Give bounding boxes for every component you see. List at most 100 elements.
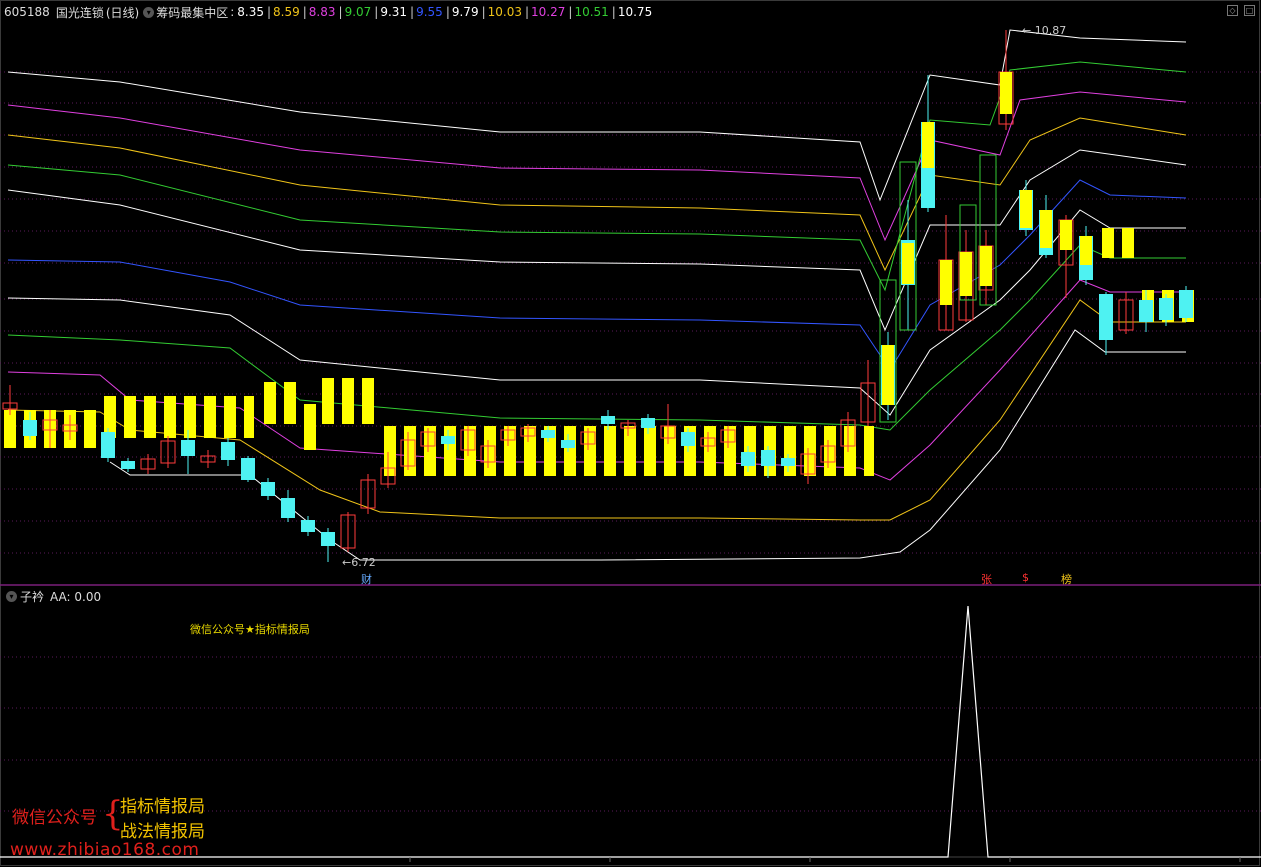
indicator-colon: : — [230, 5, 235, 19]
band-bar — [244, 396, 254, 438]
candle-body — [1139, 300, 1153, 322]
band-bar — [504, 426, 516, 476]
chart-header: 605188 国光连锁 (日线) ▾ 筹码最集中区 : 8.35 | 8.59 | 8.… — [4, 4, 654, 20]
indicator-levels: 8.35 | 8.59 | 8.83 | 9.07 | 9.31 | 9.55 | 9.79 | 10.03… — [237, 5, 652, 19]
band-bar — [784, 426, 796, 476]
breakout-bar — [1060, 220, 1072, 250]
promo-text: 微信公众号★指标情报局 — [190, 623, 310, 636]
candle-body — [301, 520, 315, 532]
band-bar — [464, 426, 476, 476]
band-bar — [804, 426, 816, 476]
band-bar — [744, 426, 756, 476]
band-line — [7, 209, 1186, 416]
annotation-rank[interactable]: 榜 — [1061, 571, 1072, 587]
indicator-level-value: 9.79 — [451, 5, 479, 19]
candle-body — [641, 418, 655, 428]
band-line — [7, 91, 1187, 242]
indicator-level-value: 8.35 — [237, 5, 264, 19]
breakout-bar — [1020, 190, 1032, 228]
candle-body — [101, 432, 115, 458]
breakout-bar — [1000, 72, 1012, 114]
band-bar — [322, 378, 334, 424]
watermark-url: www.zhibiao168.com — [10, 840, 200, 860]
band-bar — [664, 426, 676, 476]
band-bar — [84, 410, 96, 448]
restore-icon[interactable]: ◇ — [1227, 5, 1238, 16]
band-bar — [484, 426, 496, 476]
indicator-name: 筹码最集中区 — [156, 5, 229, 20]
annotation-dollar[interactable]: $ — [1022, 571, 1029, 584]
breakout-bar — [960, 252, 972, 296]
candle-body — [221, 442, 235, 460]
band-bar — [224, 396, 236, 438]
band-bar — [624, 426, 636, 476]
band-line — [7, 179, 1187, 371]
band-bar — [304, 404, 316, 450]
candle-body — [23, 420, 37, 436]
indicator-level-value: 10.03 — [487, 5, 522, 19]
band-line — [7, 117, 1187, 272]
level-separator: | — [302, 5, 307, 19]
level-separator: | — [445, 5, 450, 19]
band-bar — [444, 426, 456, 476]
candle-body — [441, 436, 455, 444]
window-controls: ◇ □ — [1227, 5, 1255, 16]
indicator-level-value: 10.75 — [617, 5, 653, 19]
breakout-bar — [980, 246, 992, 286]
breakout-bar — [902, 243, 914, 284]
band-bar — [264, 382, 276, 424]
annotation-limit-up[interactable]: 张 — [981, 571, 992, 587]
candle-body — [601, 416, 615, 424]
candle-body — [321, 532, 335, 546]
band-bar — [284, 382, 296, 424]
band-bar — [184, 396, 196, 438]
stock-code: 605188 — [4, 5, 50, 19]
candle-body — [261, 482, 275, 496]
annotation-finance[interactable]: 财 — [361, 571, 372, 587]
band-bar — [164, 396, 176, 438]
candle-body — [181, 440, 195, 456]
band-bar — [704, 426, 716, 476]
band-bar — [404, 426, 416, 476]
level-separator: | — [410, 5, 415, 19]
candle-body — [1099, 294, 1113, 340]
watermark-line1: 指标情报局 — [120, 797, 205, 817]
band-bar — [844, 426, 856, 476]
maximize-icon[interactable]: □ — [1244, 5, 1255, 16]
level-separator: | — [611, 5, 616, 19]
band-bar — [864, 426, 874, 476]
candle-body — [781, 458, 795, 466]
band-bar — [362, 378, 374, 424]
candle-body — [121, 461, 135, 469]
breakout-bar — [882, 345, 894, 405]
sub-panel-header: ▾ 子衿 AA: 0.00 — [4, 588, 101, 605]
level-separator: | — [266, 5, 272, 19]
band-bar — [4, 410, 16, 448]
candle-body — [241, 458, 255, 480]
high-price-label: ← 10.87 — [1022, 24, 1067, 37]
band-bar — [604, 426, 616, 476]
band-bar — [104, 396, 116, 438]
band-bar — [1102, 228, 1114, 258]
band-bar — [204, 396, 216, 438]
indicator-level-value: 9.31 — [380, 5, 408, 19]
chevron-down-icon[interactable]: ▾ — [6, 591, 17, 602]
sub-panel-value: AA: 0.00 — [50, 589, 102, 604]
indicator-level-value: 9.07 — [344, 5, 372, 19]
candlestick-chart[interactable] — [0, 0, 1261, 867]
band-bar — [124, 396, 136, 438]
band-bar — [144, 396, 156, 438]
chevron-down-icon[interactable]: ▾ — [143, 6, 155, 18]
band-bar — [524, 426, 536, 476]
breakout-bar — [922, 122, 934, 168]
breakout-bar — [940, 260, 952, 305]
period-label: (日线) — [105, 5, 140, 20]
breakout-bar — [1040, 210, 1052, 248]
band-bar — [724, 426, 736, 476]
indicator-level-value: 10.27 — [531, 5, 566, 19]
watermark-lead: 微信公众号 — [12, 808, 97, 828]
candle-body — [681, 432, 695, 446]
band-line — [7, 29, 1187, 202]
sub-panel-name: 子衿 — [20, 590, 45, 604]
candle-body — [281, 498, 295, 518]
